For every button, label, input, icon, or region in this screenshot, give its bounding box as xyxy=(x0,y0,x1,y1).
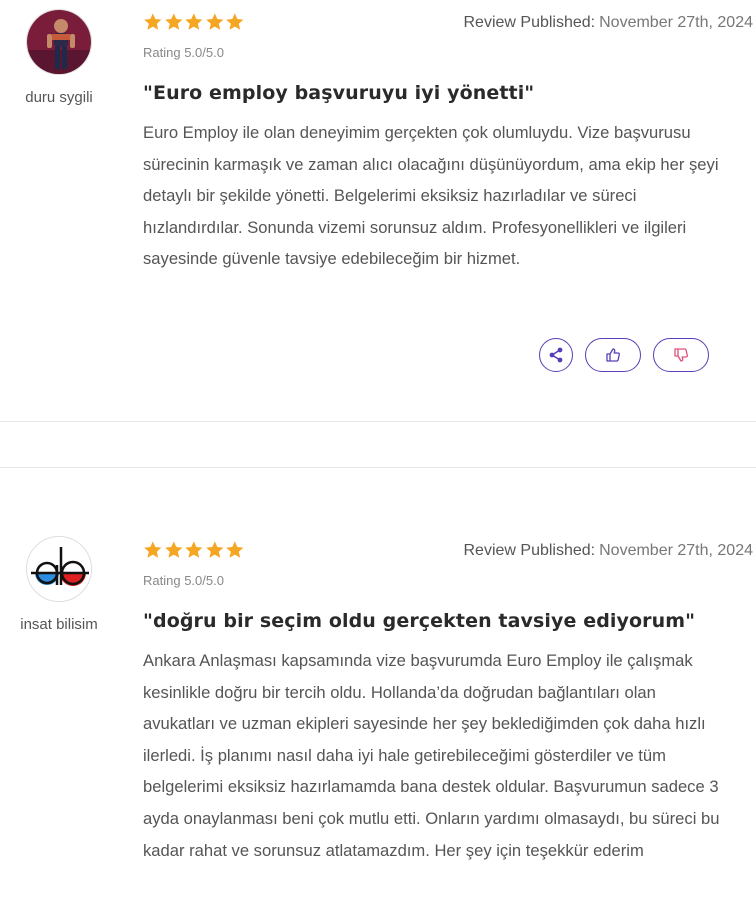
review-title: "Euro employ başvuruyu iyi yönetti" xyxy=(143,82,535,104)
review-content: Rating 5.0/5.0 "doğru bir seçim oldu ger… xyxy=(143,540,723,866)
review-published: Review Published: November 27th, 2024 xyxy=(464,14,754,32)
user-photo-avatar-icon xyxy=(27,10,91,74)
published-date: November 27th, 2024 xyxy=(599,542,753,559)
published-label: Review Published: xyxy=(463,542,596,559)
star-icon xyxy=(185,13,203,30)
review-divider xyxy=(0,467,756,468)
review-content: Rating 5.0/5.0 "Euro employ başvuruyu iy… xyxy=(143,12,723,275)
author-name: duru sygili xyxy=(25,89,93,106)
review-title: "doğru bir seçim oldu gerçekten tavsiye … xyxy=(143,610,696,632)
star-icon xyxy=(164,13,182,30)
author-avatar[interactable] xyxy=(26,9,92,75)
author-name: insat bilisim xyxy=(20,616,98,633)
review-actions xyxy=(539,338,709,372)
star-icon xyxy=(206,541,224,558)
star-icon xyxy=(185,541,203,558)
star-icon xyxy=(206,13,224,30)
star-icon xyxy=(144,541,162,558)
review-body: Euro Employ ile olan deneyimim gerçekten… xyxy=(143,123,719,269)
star-icon xyxy=(144,13,162,30)
review-body: Ankara Anlaşması kapsamında vize başvuru… xyxy=(143,651,720,860)
star-icon xyxy=(226,13,244,30)
share-icon xyxy=(549,347,563,363)
review-card: duru sygili Rating 5.0/5.0 "Euro employ … xyxy=(0,0,756,421)
share-button[interactable] xyxy=(539,338,573,372)
thumbs-down-icon xyxy=(674,348,688,362)
thumbs-up-icon xyxy=(606,348,620,362)
rating-text: Rating 5.0/5.0 xyxy=(143,573,224,588)
star-icon xyxy=(164,541,182,558)
review-divider xyxy=(0,421,756,422)
review-author: duru sygili xyxy=(0,9,118,106)
author-avatar[interactable] xyxy=(26,536,92,602)
review-published: Review Published: November 27th, 2024 xyxy=(464,542,754,560)
published-label: Review Published: xyxy=(463,14,596,31)
dislike-button[interactable] xyxy=(653,338,709,372)
ab-logo-avatar-icon xyxy=(27,537,91,601)
review-author: insat bilisim xyxy=(0,536,118,633)
like-button[interactable] xyxy=(585,338,641,372)
rating-text: Rating 5.0/5.0 xyxy=(143,45,224,60)
review-card: insat bilisim Rating 5.0/5.0 "doğru bir … xyxy=(0,528,756,902)
published-date: November 27th, 2024 xyxy=(599,14,753,31)
star-icon xyxy=(226,541,244,558)
